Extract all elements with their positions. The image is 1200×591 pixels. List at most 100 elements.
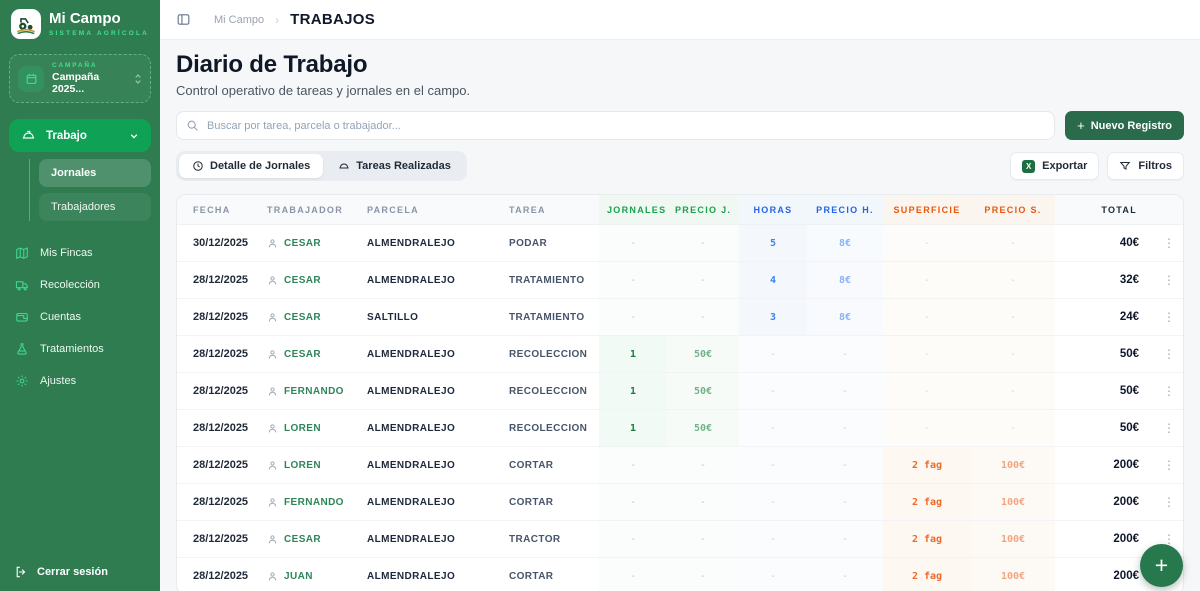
- cell-precio-s: 100€: [971, 558, 1055, 591]
- table-row: 30/12/2025 CESAR ALMENDRALEJO PODAR -: [177, 225, 1184, 262]
- col-precio-s: PRECIO S.: [971, 195, 1055, 225]
- sidebar: Mi Campo SISTEMA AGRÍCOLA CAMPAÑA Campañ…: [0, 0, 160, 591]
- table-body: 30/12/2025 CESAR ALMENDRALEJO PODAR -: [177, 225, 1184, 591]
- cell-superficie: -: [883, 262, 971, 299]
- trabajo-subtree: Jornales Trabajadores: [29, 159, 151, 221]
- table-row: 28/12/2025 CESAR SALTILLO TRATAMIENTO -: [177, 299, 1184, 336]
- cell-trabajador: LOREN: [259, 410, 359, 447]
- sidebar-item-recoleccion[interactable]: Recolección: [0, 269, 160, 301]
- cell-tarea: RECOLECCION: [501, 373, 599, 410]
- cell-fecha: 28/12/2025: [177, 299, 259, 336]
- sidebar-item-ajustes[interactable]: Ajustes: [0, 365, 160, 397]
- new-record-button[interactable]: + Nuevo Registro: [1065, 111, 1184, 140]
- campaign-selector[interactable]: CAMPAÑA Campaña 2025...: [9, 54, 151, 103]
- cell-fecha: 28/12/2025: [177, 558, 259, 591]
- cell-total: 200€: [1055, 484, 1153, 521]
- cell-precio-j: -: [667, 262, 739, 299]
- person-icon: [267, 349, 278, 360]
- worker-name: FERNANDO: [284, 386, 344, 397]
- cell-precio-h: -: [807, 484, 883, 521]
- cell-fecha: 28/12/2025: [177, 447, 259, 484]
- tab-tareas-realizadas[interactable]: Tareas Realizadas: [325, 154, 464, 178]
- sidebar-item-trabajo[interactable]: Trabajo: [9, 119, 151, 152]
- cell-trabajador: CESAR: [259, 299, 359, 336]
- row-menu-button[interactable]: ⋮: [1153, 299, 1184, 336]
- table-row: 28/12/2025 LOREN ALMENDRALEJO RECOLECCIO…: [177, 410, 1184, 447]
- row-menu-button[interactable]: ⋮: [1153, 410, 1184, 447]
- cell-horas: -: [739, 558, 807, 591]
- search-icon: [186, 119, 199, 132]
- hard-hat-icon: [338, 160, 350, 172]
- sidebar-item-jornales[interactable]: Jornales: [39, 159, 151, 187]
- worker-name: CESAR: [284, 349, 321, 360]
- filters-button[interactable]: Filtros: [1107, 152, 1184, 180]
- cell-precio-j: -: [667, 225, 739, 262]
- truck-icon: [15, 278, 29, 292]
- person-icon: [267, 460, 278, 471]
- sidebar-item-tratamientos[interactable]: Tratamientos: [0, 333, 160, 365]
- sidebar-item-mis-fincas[interactable]: Mis Fincas: [0, 237, 160, 269]
- export-label: Exportar: [1042, 160, 1087, 172]
- cell-trabajador: CESAR: [259, 521, 359, 558]
- flask-icon: [15, 342, 29, 356]
- sidebar-item-trabajadores[interactable]: Trabajadores: [39, 193, 151, 221]
- cell-tarea: CORTAR: [501, 447, 599, 484]
- cell-total: 50€: [1055, 373, 1153, 410]
- cell-horas: -: [739, 410, 807, 447]
- app-logo: Mi Campo SISTEMA AGRÍCOLA: [0, 0, 160, 47]
- cell-trabajador: FERNANDO: [259, 484, 359, 521]
- row-menu-button[interactable]: ⋮: [1153, 336, 1184, 373]
- sidebar-item-cuentas[interactable]: Cuentas: [0, 301, 160, 333]
- cell-parcela: ALMENDRALEJO: [359, 558, 501, 591]
- cell-horas: -: [739, 484, 807, 521]
- cell-precio-j: 50€: [667, 373, 739, 410]
- campaign-label: CAMPAÑA: [52, 62, 126, 69]
- sidebar-toggle-icon[interactable]: [176, 12, 191, 27]
- table-row: 28/12/2025 CESAR ALMENDRALEJO RECOLECCIO…: [177, 336, 1184, 373]
- row-menu-button[interactable]: ⋮: [1153, 262, 1184, 299]
- cell-superficie: 2 fag: [883, 558, 971, 591]
- tab-detalle-jornales[interactable]: Detalle de Jornales: [179, 154, 323, 178]
- cell-horas: -: [739, 521, 807, 558]
- work-log-table-card: FECHA TRABAJADOR PARCELA TAREA JORNALES …: [176, 194, 1184, 591]
- cell-horas: -: [739, 447, 807, 484]
- chevron-down-icon: [129, 131, 139, 141]
- cell-tarea: CORTAR: [501, 484, 599, 521]
- row-menu-button[interactable]: ⋮: [1153, 447, 1184, 484]
- cell-parcela: SALTILLO: [359, 299, 501, 336]
- map-icon: [15, 246, 29, 260]
- row-menu-button[interactable]: ⋮: [1153, 484, 1184, 521]
- cell-fecha: 28/12/2025: [177, 484, 259, 521]
- row-menu-button[interactable]: ⋮: [1153, 225, 1184, 262]
- cell-horas: 3: [739, 299, 807, 336]
- logout-button[interactable]: Cerrar sesión: [0, 553, 160, 591]
- cell-parcela: ALMENDRALEJO: [359, 410, 501, 447]
- export-button[interactable]: X Exportar: [1010, 152, 1099, 180]
- worker-name: CESAR: [284, 312, 321, 323]
- sidebar-item-label: Mis Fincas: [40, 247, 93, 259]
- sidebar-item-label: Ajustes: [40, 375, 76, 387]
- cell-trabajador: JUAN: [259, 558, 359, 591]
- cell-precio-j: -: [667, 484, 739, 521]
- breadcrumb-root[interactable]: Mi Campo: [214, 14, 264, 26]
- tab-group: Detalle de Jornales Tareas Realizadas: [176, 151, 467, 181]
- cell-precio-s: 100€: [971, 521, 1055, 558]
- campaign-value: Campaña 2025...: [52, 71, 126, 95]
- table-header: FECHA TRABAJADOR PARCELA TAREA JORNALES …: [177, 195, 1184, 225]
- cell-precio-j: -: [667, 521, 739, 558]
- search-field-wrap: [176, 111, 1055, 140]
- row-menu-button[interactable]: ⋮: [1153, 373, 1184, 410]
- cell-tarea: PODAR: [501, 225, 599, 262]
- col-parcela: PARCELA: [359, 195, 501, 225]
- add-record-fab[interactable]: +: [1140, 544, 1183, 587]
- cell-tarea: TRATAMIENTO: [501, 299, 599, 336]
- tab-label: Detalle de Jornales: [210, 160, 310, 172]
- cell-jornales: -: [599, 484, 667, 521]
- search-input[interactable]: [176, 111, 1055, 140]
- person-icon: [267, 534, 278, 545]
- cell-parcela: ALMENDRALEJO: [359, 521, 501, 558]
- col-precio-j: PRECIO J.: [667, 195, 739, 225]
- col-total: TOTAL: [1055, 195, 1153, 225]
- cell-precio-s: -: [971, 336, 1055, 373]
- cell-total: 40€: [1055, 225, 1153, 262]
